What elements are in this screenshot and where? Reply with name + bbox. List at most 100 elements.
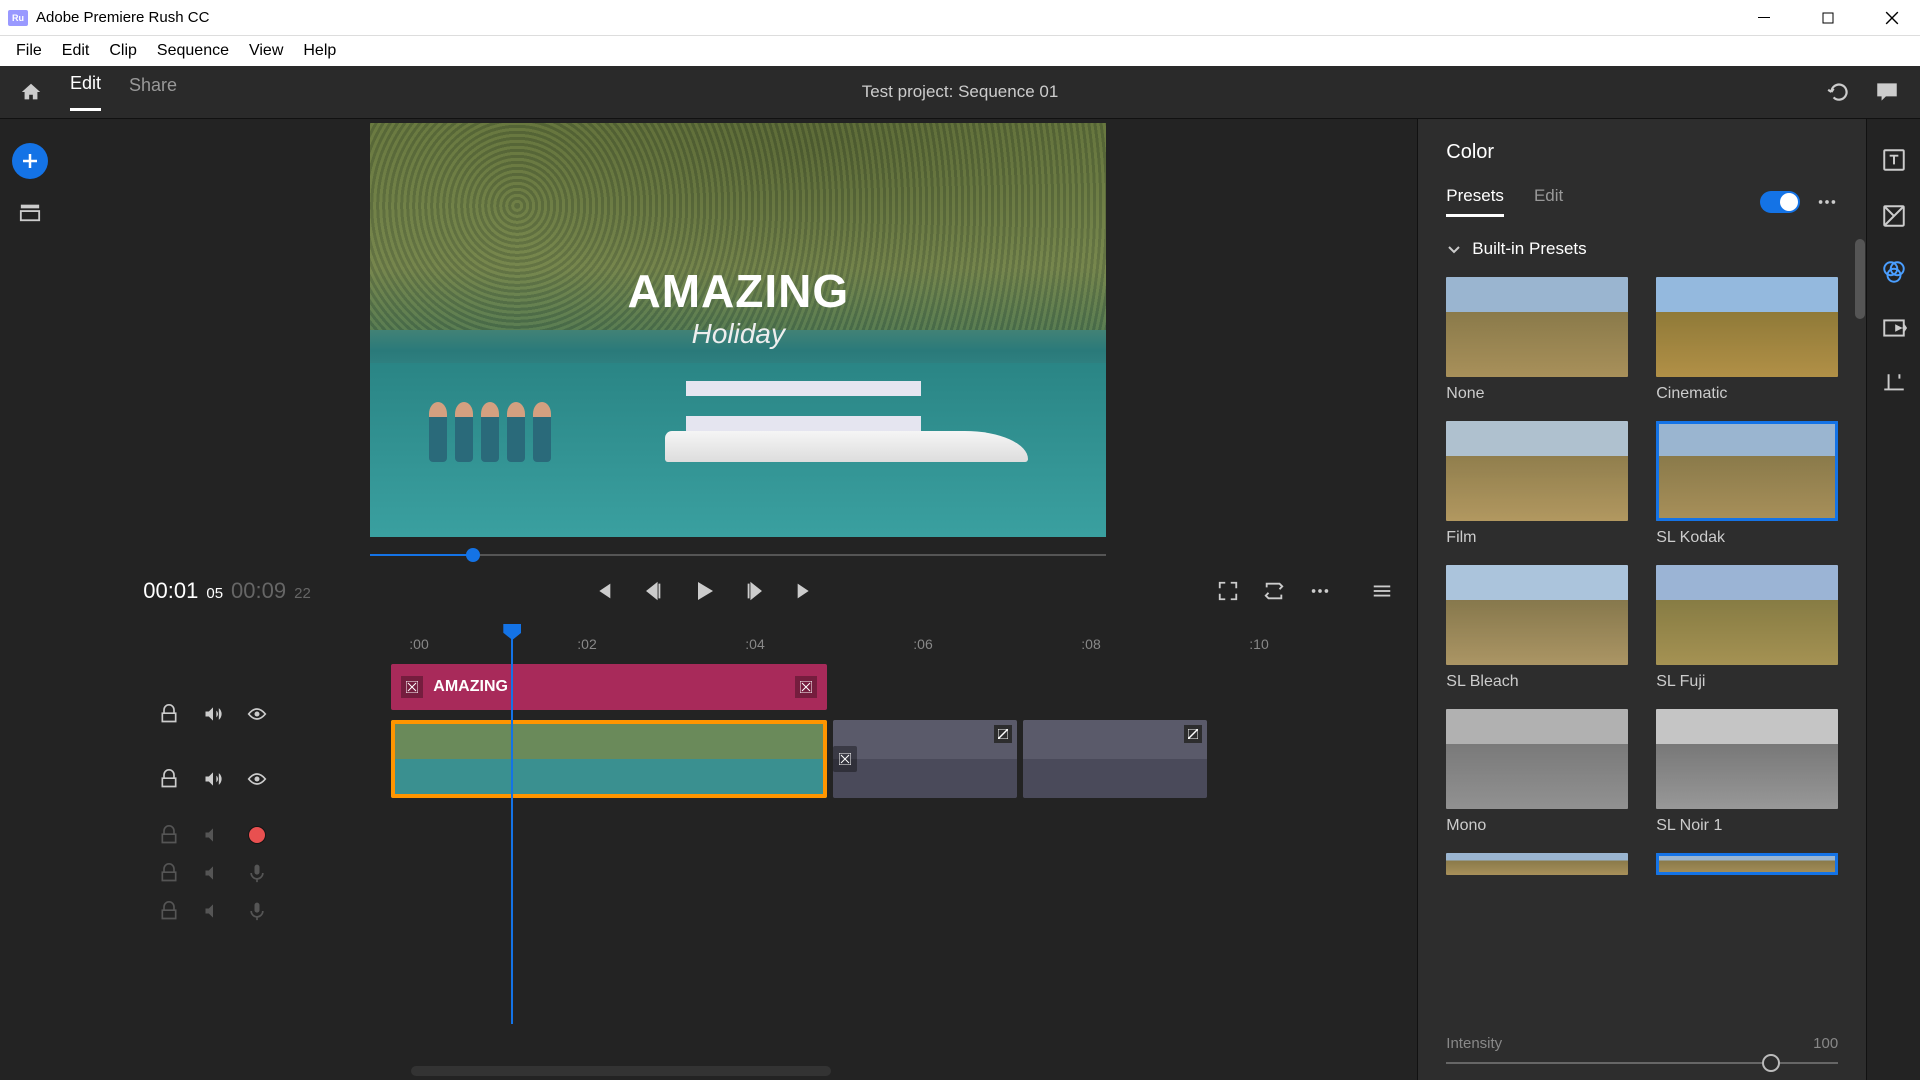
- menu-edit[interactable]: Edit: [52, 38, 100, 64]
- preset-cinematic[interactable]: Cinematic: [1656, 277, 1838, 403]
- mute-icon[interactable]: [203, 863, 223, 883]
- menu-view[interactable]: View: [239, 38, 293, 64]
- lock-icon[interactable]: [159, 901, 179, 921]
- overlay-subtitle: Holiday: [627, 318, 849, 350]
- go-to-end-icon[interactable]: [794, 580, 816, 602]
- transition-out-icon[interactable]: [795, 676, 817, 698]
- fullscreen-icon[interactable]: [1217, 580, 1239, 602]
- tab-edit-color[interactable]: Edit: [1534, 186, 1563, 217]
- scrub-bar[interactable]: [370, 554, 1106, 556]
- title-track-controls: [59, 686, 339, 742]
- video-clip-2[interactable]: [833, 720, 1017, 798]
- mic-icon[interactable]: [247, 901, 267, 921]
- home-icon[interactable]: [20, 81, 42, 103]
- preset-film[interactable]: Film: [1446, 421, 1628, 547]
- preset-sl-noir-1[interactable]: SL Noir 1: [1656, 709, 1838, 835]
- lock-icon[interactable]: [159, 825, 179, 845]
- audio-track-3[interactable]: [339, 876, 1417, 908]
- intensity-value: 100: [1813, 1035, 1838, 1052]
- ruler-mark: :02: [577, 636, 745, 652]
- intensity-slider-handle[interactable]: [1762, 1054, 1780, 1072]
- speed-panel-icon[interactable]: [1881, 315, 1907, 341]
- tracks-viewport[interactable]: :00 :02 :04 :06 :08 :10 AMAZING: [339, 618, 1417, 1080]
- color-enable-toggle[interactable]: [1760, 191, 1800, 213]
- horizontal-scrollbar[interactable]: [411, 1066, 831, 1076]
- center-area: AMAZING Holiday 00:01 05 00:09 22: [59, 119, 1417, 1080]
- video-clip-3[interactable]: [1023, 720, 1207, 798]
- menu-file[interactable]: File: [6, 38, 52, 64]
- ruler-mark: :04: [745, 636, 913, 652]
- menu-sequence[interactable]: Sequence: [147, 38, 239, 64]
- transform-panel-icon[interactable]: [1881, 371, 1907, 397]
- transition-in-icon[interactable]: [401, 676, 423, 698]
- add-media-button[interactable]: [12, 143, 48, 179]
- mute-icon[interactable]: [203, 901, 223, 921]
- loop-icon[interactable]: [1263, 580, 1285, 602]
- transition-icon[interactable]: [839, 753, 851, 765]
- video-preview[interactable]: AMAZING Holiday: [370, 123, 1106, 537]
- scrub-handle[interactable]: [466, 548, 480, 562]
- ruler-mark: :06: [913, 636, 1081, 652]
- audio-track-2[interactable]: [339, 840, 1417, 872]
- lock-icon[interactable]: [159, 769, 179, 789]
- video-clip-1[interactable]: [391, 720, 827, 798]
- tab-edit[interactable]: Edit: [70, 73, 101, 111]
- intensity-control: Intensity 100: [1446, 1035, 1838, 1064]
- preset-sl-fuji[interactable]: SL Fuji: [1656, 565, 1838, 691]
- project-panel-icon[interactable]: [18, 201, 42, 223]
- builtin-presets-header[interactable]: Built-in Presets: [1446, 239, 1838, 259]
- lock-icon[interactable]: [159, 704, 179, 724]
- record-icon[interactable]: [249, 827, 265, 843]
- tab-share[interactable]: Share: [129, 75, 177, 110]
- menu-help[interactable]: Help: [293, 38, 346, 64]
- preset-partial-1[interactable]: [1446, 853, 1628, 875]
- effect-badge-icon: [994, 725, 1012, 743]
- lock-icon[interactable]: [159, 863, 179, 883]
- menu-clip[interactable]: Clip: [99, 38, 147, 64]
- titles-panel-icon[interactable]: [1881, 147, 1907, 173]
- play-icon[interactable]: [692, 579, 716, 603]
- mute-icon[interactable]: [203, 769, 223, 789]
- window-minimize-button[interactable]: [1744, 2, 1784, 34]
- mute-icon[interactable]: [203, 704, 223, 724]
- timeline-options-icon[interactable]: [1371, 580, 1393, 602]
- ruler-mark: :10: [1249, 636, 1417, 652]
- preset-sl-kodak[interactable]: SL Kodak: [1656, 421, 1838, 547]
- step-forward-icon[interactable]: [744, 580, 766, 602]
- go-to-start-icon[interactable]: [592, 580, 614, 602]
- mic-icon[interactable]: [247, 863, 267, 883]
- preset-mono[interactable]: Mono: [1446, 709, 1628, 835]
- more-options-icon[interactable]: [1309, 580, 1331, 602]
- window-close-button[interactable]: [1872, 2, 1912, 34]
- playhead[interactable]: [511, 624, 513, 1024]
- mute-icon[interactable]: [203, 825, 223, 845]
- title-track[interactable]: AMAZING: [339, 664, 1417, 714]
- preset-none[interactable]: None: [1446, 277, 1628, 403]
- time-ruler[interactable]: :00 :02 :04 :06 :08 :10: [339, 624, 1417, 664]
- tab-presets[interactable]: Presets: [1446, 186, 1504, 217]
- timecode-duration-frames: 22: [294, 585, 311, 602]
- visibility-icon[interactable]: [247, 704, 267, 724]
- feedback-icon[interactable]: [1874, 79, 1900, 105]
- preset-sl-bleach[interactable]: SL Bleach: [1446, 565, 1628, 691]
- title-clip[interactable]: AMAZING: [391, 664, 827, 710]
- effect-badge-icon: [1184, 725, 1202, 743]
- undo-icon[interactable]: [1826, 79, 1852, 105]
- playback-controls: 00:01 05 00:09 22: [59, 556, 1417, 618]
- video-track[interactable]: [339, 720, 1417, 798]
- preset-partial-2[interactable]: [1656, 853, 1838, 875]
- intensity-label: Intensity: [1446, 1035, 1502, 1052]
- timecode-current: 00:01: [143, 578, 198, 604]
- step-back-icon[interactable]: [642, 580, 664, 602]
- color-panel-icon[interactable]: [1881, 259, 1907, 285]
- panel-title: Color: [1446, 141, 1838, 164]
- panel-more-icon[interactable]: [1816, 191, 1838, 213]
- panel-scrollbar[interactable]: [1855, 239, 1865, 319]
- intensity-slider[interactable]: [1446, 1062, 1838, 1064]
- section-title: Built-in Presets: [1472, 239, 1586, 259]
- window-maximize-button[interactable]: [1808, 2, 1848, 34]
- transitions-panel-icon[interactable]: [1881, 203, 1907, 229]
- video-track-controls: [59, 742, 339, 816]
- audio-track-1[interactable]: [339, 804, 1417, 836]
- visibility-icon[interactable]: [247, 769, 267, 789]
